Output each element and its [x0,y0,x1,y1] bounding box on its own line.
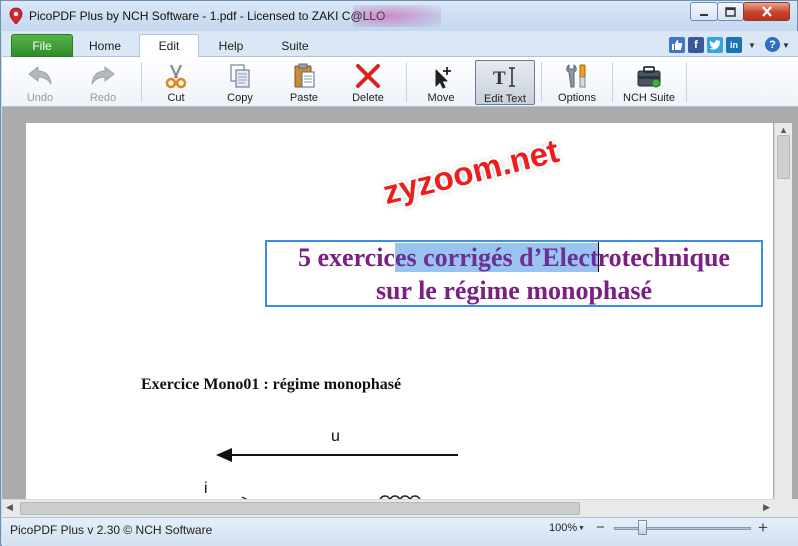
toolbar-divider [686,62,687,102]
scroll-up-icon[interactable]: ▲ [779,125,788,135]
move-cursor-icon [435,67,451,89]
cut-button[interactable]: Cut [146,60,206,105]
exercise-heading[interactable]: Exercice Mono01 : régime monophasé [141,376,401,394]
redo-icon [91,65,115,85]
facebook-icon[interactable]: f [688,37,704,53]
window-title: PicoPDF Plus by NCH Software - 1.pdf - L… [29,9,386,23]
title-text-before-selection: 5 exercic [298,243,395,272]
paste-icon [294,63,315,88]
toolbar-divider [612,62,613,102]
selected-text[interactable]: es corrigés d’Elect [394,243,599,272]
paste-label: Paste [289,92,319,104]
help-dropdown-icon[interactable]: ▼ [782,41,790,50]
zoom-level[interactable]: 100% [549,522,577,534]
twitter-bird-glyph [709,40,721,50]
thumbs-up-glyph [672,40,683,50]
tab-home[interactable]: Home [74,34,136,57]
copy-button[interactable]: Copy [210,60,270,105]
title-decoration [353,5,441,27]
status-version-text: PicoPDF Plus v 2.30 © NCH Software [10,523,213,537]
scroll-right-icon[interactable]: ▶ [763,502,770,513]
move-button[interactable]: Move [411,60,471,105]
redo-label: Redo [89,92,117,104]
document-viewport: zyzoom.net 5 exercices corrigés d’Electr… [2,107,798,517]
close-button[interactable] [743,2,790,21]
delete-x-icon [356,64,380,88]
tab-suite[interactable]: Suite [264,34,326,57]
vertical-scroll-thumb[interactable] [777,135,790,179]
tab-help[interactable]: Help [200,34,262,57]
app-window: PicoPDF Plus by NCH Software - 1.pdf - L… [0,0,798,546]
minimize-button[interactable] [690,2,718,21]
copy-icon [230,64,250,88]
edit-text-label: Edit Text [484,93,526,105]
redo-button[interactable]: Redo [73,60,133,105]
title-bar: PicoPDF Plus by NCH Software - 1.pdf - L… [1,1,797,31]
thumbs-up-icon[interactable] [669,37,685,53]
toolbar-divider [406,62,407,102]
status-bar: PicoPDF Plus v 2.30 © NCH Software 100% … [2,517,798,546]
watermark-text: zyzoom.net [379,131,563,212]
edit-toolbar: Undo Redo Cut Copy Paste Delete Move T E… [2,57,798,107]
document-title-line-2[interactable]: sur le régime monophasé [267,276,761,306]
app-logo-icon [9,7,23,25]
nch-suite-label: NCH Suite [623,92,675,104]
undo-label: Undo [26,92,54,104]
maximize-icon [725,6,736,17]
options-label: Options [558,92,596,104]
undo-icon [28,65,52,85]
undo-button[interactable]: Undo [10,60,70,105]
linkedin-icon[interactable]: in [726,37,742,53]
delete-label: Delete [352,92,384,104]
zoom-in-button[interactable]: + [758,518,768,538]
document-title-line-1[interactable]: 5 exercices corrigés d’Electrotechnique [267,242,761,273]
tab-file[interactable]: File [11,34,73,57]
zoom-dropdown-icon[interactable]: ▼ [578,525,585,532]
horizontal-scrollbar[interactable]: ◀ ▶ [2,499,774,517]
voltage-label: u [331,428,340,445]
zoom-out-button[interactable]: − [596,519,605,536]
delete-button[interactable]: Delete [338,60,398,105]
vertical-scrollbar[interactable]: ▲ [774,123,792,499]
options-button[interactable]: Options [547,60,607,105]
paste-button[interactable]: Paste [274,60,334,105]
current-label: i [204,480,208,497]
edit-text-button[interactable]: T Edit Text [475,60,535,105]
tab-edit[interactable]: Edit [139,34,199,58]
scissors-icon [165,64,187,89]
svg-text:T: T [493,68,506,89]
text-edit-box[interactable]: 5 exercices corrigés d’Electrotechnique … [265,240,763,307]
twitter-icon[interactable] [707,37,723,53]
ribbon-tab-row: File Home Edit Help Suite f in ▼ ? ▼ [2,31,798,58]
toolbar-divider [141,62,142,102]
edit-text-icon: T [493,67,515,89]
zoom-slider-track[interactable] [614,527,751,530]
scrollbar-corner [774,499,798,517]
cut-label: Cut [167,92,185,104]
help-icon[interactable]: ? [765,37,780,52]
pdf-page[interactable]: zyzoom.net 5 exercices corrigés d’Electr… [26,123,773,499]
minimize-icon [700,13,708,16]
copy-label: Copy [227,92,253,104]
close-icon [761,6,772,17]
zoom-slider-thumb[interactable] [638,520,647,535]
wrench-icon [566,64,586,88]
toolbar-divider [541,62,542,102]
arrow-head [216,448,232,462]
social-dropdown-icon[interactable]: ▼ [748,41,756,50]
horizontal-scroll-thumb[interactable] [20,502,580,515]
move-label: Move [427,92,455,104]
nch-suite-button[interactable]: NCH Suite [619,60,679,105]
maximize-button[interactable] [717,2,744,21]
toolbox-icon [637,66,661,88]
scroll-left-icon[interactable]: ◀ [6,502,13,513]
title-text-after-selection: rotechnique [597,243,730,272]
